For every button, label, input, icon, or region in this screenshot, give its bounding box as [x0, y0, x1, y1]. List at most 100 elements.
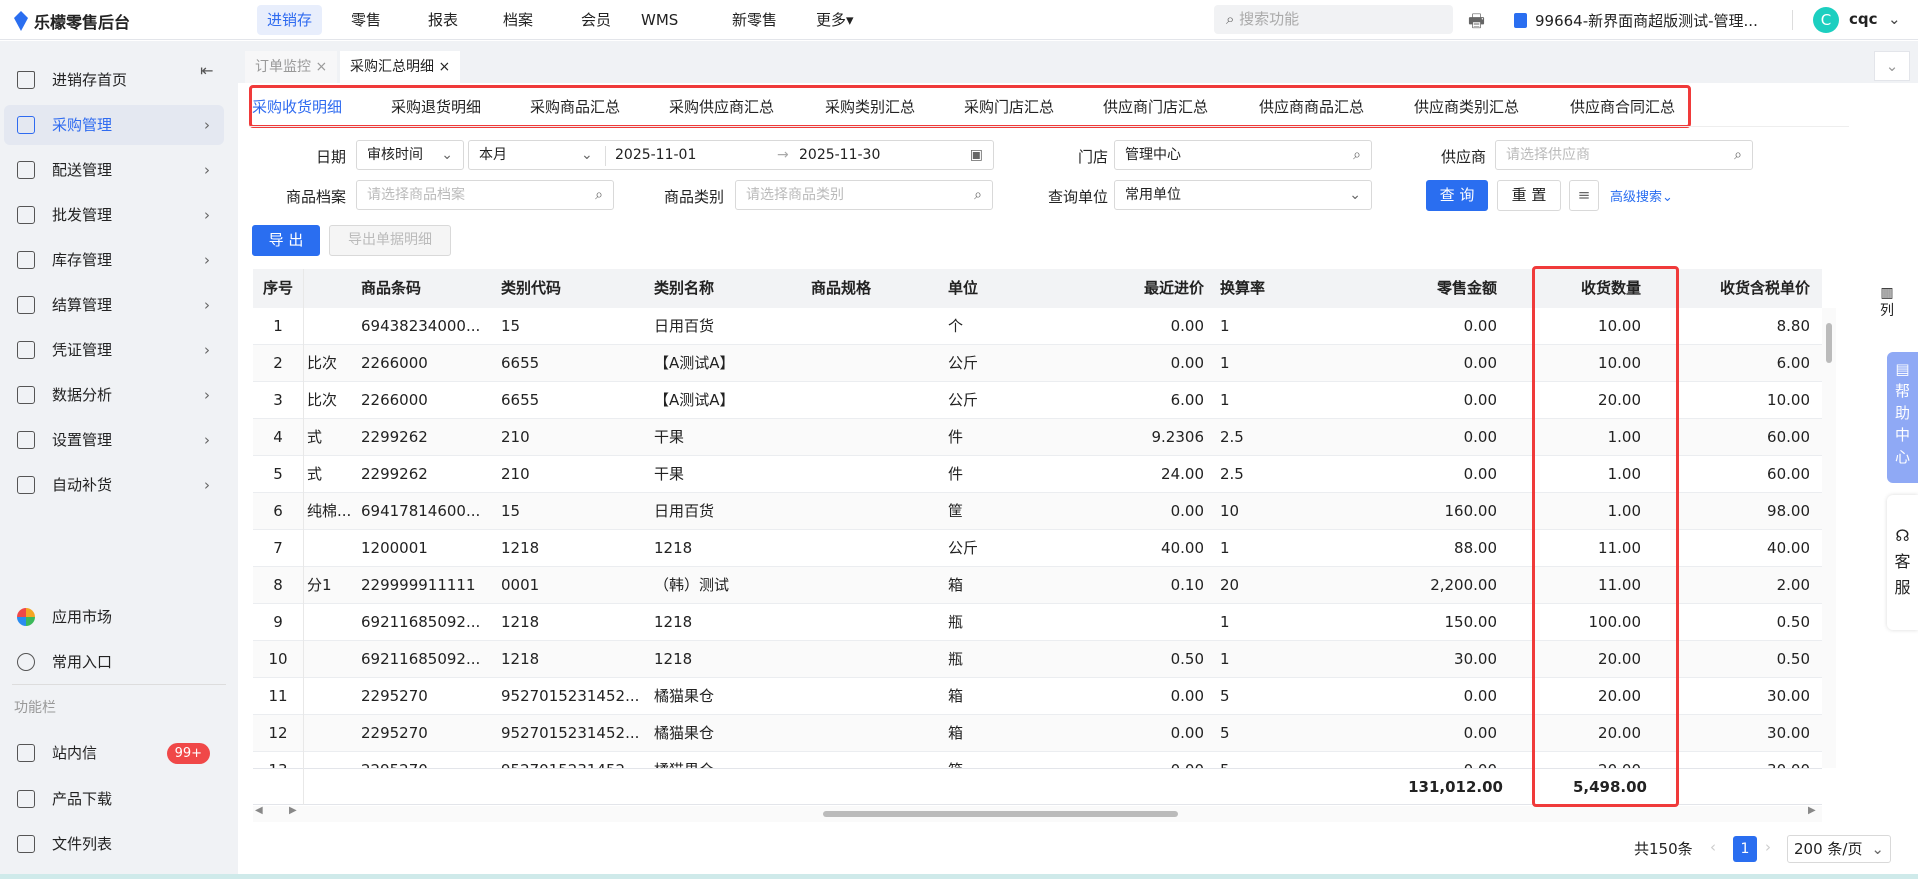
tab-order-monitor[interactable]: 订单监控 ×: [245, 51, 338, 83]
sidebar-item-analytics[interactable]: 数据分析 ›: [4, 375, 224, 415]
product-input[interactable]: 请选择商品档案 ⌕: [356, 180, 614, 210]
subtab-4[interactable]: 采购供应商汇总: [669, 89, 774, 126]
column-header-retail-amount[interactable]: 零售金额: [1359, 269, 1509, 308]
sidebar-item-wholesale[interactable]: 批发管理 ›: [4, 195, 224, 235]
nav-member[interactable]: 会员: [571, 5, 621, 35]
sidebar-item-auto-replenish[interactable]: 自动补货 ›: [4, 465, 224, 505]
cell-category-name: （韩）测试: [654, 576, 730, 594]
column-header-conversion-rate[interactable]: 换算率: [1216, 269, 1359, 308]
column-header-category-code[interactable]: 类别代码: [497, 269, 650, 308]
close-icon[interactable]: ×: [438, 59, 450, 75]
reset-button[interactable]: 重 置: [1497, 180, 1561, 211]
close-icon[interactable]: ×: [315, 59, 327, 75]
horizontal-scrollbar[interactable]: ◀ ▶ ▶: [253, 805, 1822, 822]
printer-icon[interactable]: 🖶: [1468, 9, 1485, 39]
cell-spec: [807, 715, 944, 752]
nav-archive[interactable]: 档案: [493, 5, 543, 35]
help-center-button[interactable]: ▤ 帮助中心: [1887, 352, 1918, 483]
chevron-down-icon[interactable]: ⌄: [1888, 10, 1901, 28]
nav-reports[interactable]: 报表: [418, 5, 468, 35]
subtab-9[interactable]: 供应商类别汇总: [1414, 89, 1519, 126]
file-list-icon: [17, 835, 35, 853]
cell-spec: [807, 493, 944, 530]
sidebar-item-favorites[interactable]: 常用入口: [4, 642, 224, 682]
nav-inventory[interactable]: 进销存: [257, 5, 323, 35]
cell-retail-amount: 0.00: [1463, 465, 1497, 483]
app-title: 乐檬零售后台: [34, 13, 131, 32]
page-size-select[interactable]: 200 条/页 ⌄: [1787, 835, 1891, 863]
subtab-2[interactable]: 采购退货明细: [391, 89, 481, 126]
nav-new-retail[interactable]: 新零售: [722, 5, 787, 35]
vertical-scrollbar[interactable]: [1822, 308, 1836, 768]
cell-last-price: 0.00: [1170, 502, 1204, 520]
supplier-input[interactable]: 请选择供应商 ⌕: [1495, 140, 1753, 170]
nav-wms[interactable]: WMS: [631, 5, 688, 35]
column-header-last-price[interactable]: 最近进价: [1078, 269, 1216, 308]
sidebar-item-settlement[interactable]: 结算管理 ›: [4, 285, 224, 325]
subtab-6[interactable]: 采购门店汇总: [964, 89, 1054, 126]
sidebar-item-purchase[interactable]: 采购管理 ›: [4, 105, 224, 145]
column-header-unit[interactable]: 单位: [944, 269, 1078, 308]
start-date[interactable]: 2025-11-01: [605, 141, 696, 169]
cell-retail-amount: 88.00: [1454, 539, 1497, 557]
query-button[interactable]: 查 询: [1426, 180, 1488, 211]
subtab-3[interactable]: 采购商品汇总: [530, 89, 620, 126]
sidebar-item-file-list[interactable]: 文件列表: [4, 824, 224, 864]
export-detail-button[interactable]: 导出单据明细: [329, 225, 451, 256]
sidebar-item-messages[interactable]: 站内信 99+: [4, 733, 224, 773]
advanced-search-link[interactable]: 高级搜索⌄: [1610, 186, 1673, 205]
cell-name-fragment: [303, 604, 357, 641]
sidebar-item-home[interactable]: 进销存首页: [4, 60, 224, 100]
column-header-category-name[interactable]: 类别名称: [650, 269, 807, 308]
app-logo[interactable]: 乐檬零售后台: [14, 9, 130, 33]
cell-index: 7: [273, 539, 283, 557]
cell-barcode: 2299262: [361, 428, 428, 446]
end-date[interactable]: 2025-11-30: [799, 141, 880, 169]
date-type-select[interactable]: 审核时间 ⌄: [356, 140, 464, 170]
scrollbar-thumb[interactable]: [1826, 323, 1832, 363]
cell-index: 13: [253, 752, 303, 768]
subtab-1[interactable]: 采购收货明细: [252, 89, 342, 126]
page-1-button[interactable]: 1: [1733, 836, 1757, 862]
cell-unit: 筐: [948, 502, 964, 520]
category-input[interactable]: 请选择商品类别 ⌕: [735, 180, 993, 210]
search-icon: ⌕: [1734, 147, 1742, 163]
sidebar-item-settings[interactable]: 设置管理 ›: [4, 420, 224, 460]
tab-purchase-summary[interactable]: 采购汇总明细 ×: [340, 51, 461, 83]
cell-unit: 箱: [948, 724, 964, 742]
store-input[interactable]: 管理中心 ⌕: [1114, 140, 1372, 170]
subtab-8[interactable]: 供应商商品汇总: [1259, 89, 1364, 126]
cell-conversion-rate: 5: [1220, 724, 1230, 742]
filter-settings-icon[interactable]: ≡: [1569, 180, 1599, 211]
columns-button[interactable]: ▥ 列: [1870, 284, 1904, 320]
column-header-spec[interactable]: 商品规格: [807, 269, 944, 308]
subtab-10[interactable]: 供应商合同汇总: [1570, 89, 1675, 126]
tabs-dropdown-icon[interactable]: ⌄: [1874, 51, 1910, 81]
function-search-input[interactable]: ⌕ 搜索功能: [1214, 5, 1453, 34]
sidebar-item-downloads[interactable]: 产品下载: [4, 779, 224, 819]
export-button[interactable]: 导 出: [252, 225, 320, 256]
nav-more[interactable]: 更多▾: [806, 5, 864, 35]
date-range-picker[interactable]: 本月 ⌄ 2025-11-01 → 2025-11-30 ▣: [468, 140, 994, 170]
prev-page-button[interactable]: ‹: [1710, 838, 1716, 856]
subtab-7[interactable]: 供应商门店汇总: [1103, 89, 1208, 126]
subtab-5[interactable]: 采购类别汇总: [825, 89, 915, 126]
customer-service-button[interactable]: ☊ 客服: [1887, 495, 1918, 630]
cell-name-fragment: [303, 530, 357, 567]
sidebar-item-distribution[interactable]: 配送管理 ›: [4, 150, 224, 190]
cell-barcode: 69438234000...: [361, 317, 481, 335]
sidebar-item-voucher[interactable]: 凭证管理 ›: [4, 330, 224, 370]
cell-barcode: 2266000: [361, 391, 428, 409]
sidebar-item-app-market[interactable]: 应用市场: [4, 597, 224, 637]
avatar[interactable]: C: [1813, 7, 1839, 33]
cell-spec: [807, 641, 944, 678]
cell-name-fragment: 式: [307, 428, 323, 446]
sidebar-item-stock[interactable]: 库存管理 ›: [4, 240, 224, 280]
store-selector[interactable]: 99664-新界面商超版测试-管理...: [1535, 10, 1758, 31]
nav-retail[interactable]: 零售: [341, 5, 391, 35]
user-name[interactable]: cqc: [1849, 10, 1878, 28]
scrollbar-thumb[interactable]: [823, 811, 1178, 817]
next-page-button[interactable]: ›: [1765, 838, 1771, 856]
cell-conversion-rate: 2.5: [1220, 465, 1244, 483]
unit-select[interactable]: 常用单位 ⌄: [1114, 180, 1372, 210]
